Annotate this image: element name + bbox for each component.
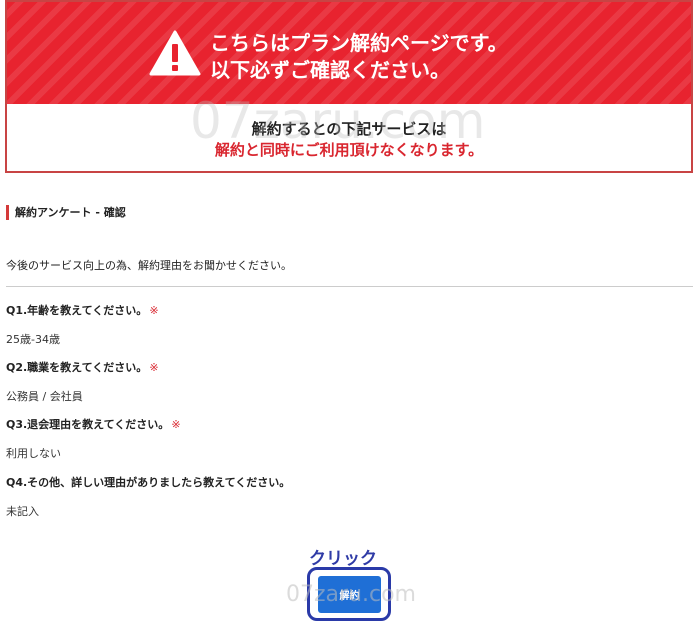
answer-3: 利用しない [6, 447, 61, 460]
required-mark: ※ [149, 304, 159, 317]
question-4-label: Q4.その他、詳しい理由がありましたら教えてください。 [6, 476, 291, 489]
question-3: Q3.退会理由を教えてください。 ※ [6, 416, 181, 432]
question-2: Q2.職業を教えてください。 ※ [6, 359, 159, 375]
required-mark: ※ [171, 418, 181, 431]
warning-title-line2: 以下必ずご確認ください。 [210, 58, 450, 82]
question-1-label: Q1.年齢を教えてください。 [6, 304, 148, 317]
answer-1: 25歳-34歳 [6, 333, 60, 346]
section-title: 解約アンケート - 確認 [6, 205, 126, 220]
question-3-label: Q3.退会理由を教えてください。 [6, 418, 170, 431]
warning-message-line1: 解約するとの下記サービスは [251, 120, 447, 138]
click-annotation: クリック [309, 549, 377, 569]
question-1: Q1.年齢を教えてください。 ※ [6, 302, 159, 318]
question-2-label: Q2.職業を教えてください。 [6, 361, 148, 374]
warning-banner: こちらはプラン解約ページです。 以下必ずご確認ください。 [7, 2, 691, 104]
warning-icon [149, 30, 201, 76]
warning-message: 解約するとの下記サービスは 解約と同時にご利用頂けなくなります。 [7, 119, 691, 161]
warning-title: こちらはプラン解約ページです。 以下必ずご確認ください。 [210, 30, 508, 84]
warning-message-line2: 解約と同時にご利用頂けなくなります。 [214, 141, 484, 159]
question-4: Q4.その他、詳しい理由がありましたら教えてください。 [6, 474, 290, 490]
survey-intro: 今後のサービス向上の為、解約理由をお聞かせください。 [6, 259, 292, 272]
required-mark: ※ [149, 361, 159, 374]
answer-2: 公務員 / 会社員 [6, 390, 83, 403]
warning-box: こちらはプラン解約ページです。 以下必ずご確認ください。 解約するとの下記サービ… [5, 0, 693, 173]
answer-4: 未記入 [6, 505, 39, 518]
warning-title-line1: こちらはプラン解約ページです。 [210, 31, 508, 55]
divider [6, 286, 693, 287]
cancel-plan-button[interactable]: 解約 [318, 576, 381, 613]
